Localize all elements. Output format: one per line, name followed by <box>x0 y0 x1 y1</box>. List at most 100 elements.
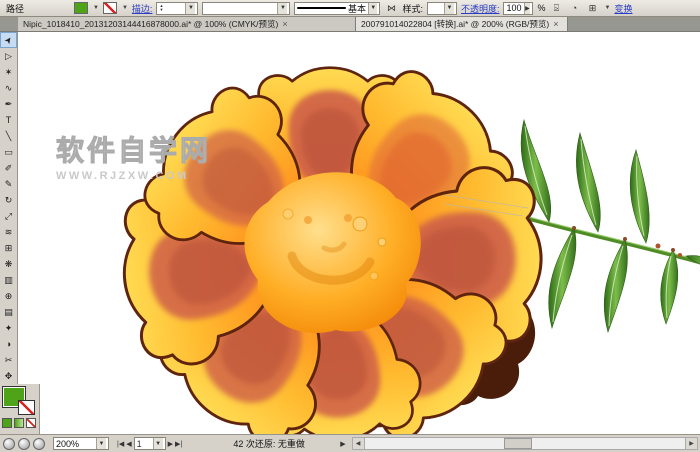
scroll-right-icon[interactable]: ▶ <box>685 438 697 449</box>
stroke-indicator-swatch[interactable] <box>18 400 35 415</box>
opacity-panel-link[interactable]: 不透明度: <box>461 2 500 15</box>
artboard-navigation: |◀ ◀ 1 ▼ ▶ ▶| <box>117 437 182 450</box>
lasso-tool-icon: ∿ <box>5 83 13 94</box>
stroke-preview-icon <box>297 7 346 9</box>
gradient-mode-button[interactable] <box>14 418 24 428</box>
zoom-level-combo[interactable]: 200% ▼ <box>53 437 109 450</box>
stroke-dropdown-icon[interactable]: ▼ <box>122 5 128 11</box>
transform-panel-link[interactable]: 变换 <box>614 2 632 15</box>
artboard-combo[interactable]: 1 ▼ <box>134 437 166 450</box>
type-tool[interactable]: T <box>0 112 17 128</box>
slice-tool[interactable]: ✂ <box>0 352 17 368</box>
graph-tool[interactable]: ▥ <box>0 272 17 288</box>
hand-tool-icon: ✥ <box>5 371 13 382</box>
free-transform-tool[interactable]: ⊞ <box>0 240 17 256</box>
previous-artboard-icon[interactable]: ◀ <box>126 440 131 448</box>
recolor-artwork-icon[interactable]: ◔ <box>567 2 581 15</box>
close-icon[interactable]: × <box>553 19 558 29</box>
chevron-down-icon[interactable]: ▼ <box>185 3 195 14</box>
selection-tool[interactable]: ➤ <box>0 32 17 48</box>
status-flyout-icon[interactable]: ▶ <box>340 440 345 448</box>
document-canvas[interactable]: 软件自学网 WWW.RJZXW.COM <box>18 32 700 434</box>
brush-definition-label: 基本 <box>348 2 366 15</box>
none-mode-button[interactable] <box>26 418 36 428</box>
chevron-down-icon[interactable]: ▼ <box>604 5 610 11</box>
zoom-level-value: 200% <box>56 439 79 449</box>
rotate-tool-icon: ↻ <box>5 195 13 206</box>
line-segment-tool[interactable]: ╲ <box>0 128 17 144</box>
selection-tool-icon: ➤ <box>2 34 15 46</box>
horizontal-scrollbar[interactable]: ◀ ▶ <box>352 437 698 450</box>
chevron-down-icon[interactable]: ▼ <box>277 3 287 14</box>
opacity-combo[interactable]: 100 ▶ <box>503 2 533 15</box>
gradient-tool[interactable]: ▤ <box>0 304 17 320</box>
warp-tool-icon: ≋ <box>5 227 13 238</box>
stroke-profile-combo[interactable]: 基本 ▼ <box>294 2 380 15</box>
align-panel-icon[interactable]: ⊞ <box>585 2 599 15</box>
rectangle-tool[interactable]: ▭ <box>0 144 17 160</box>
next-artboard-icon[interactable]: ▶ <box>168 440 173 448</box>
slice-tool-icon: ✂ <box>5 355 13 366</box>
line-segment-tool-icon: ╲ <box>6 131 11 142</box>
rotate-tool[interactable]: ↻ <box>0 192 17 208</box>
document-tab-1[interactable]: Nipic_1018410_20131203144416878000.ai* @… <box>18 17 356 31</box>
stroke-panel-link[interactable]: 描边: <box>132 2 153 15</box>
rectangle-tool-icon: ▭ <box>4 147 13 158</box>
scale-tool-icon: ⤢ <box>5 211 12 222</box>
close-icon[interactable]: × <box>282 19 287 29</box>
first-artboard-icon[interactable]: |◀ <box>117 440 124 448</box>
fill-dropdown-icon[interactable]: ▼ <box>93 5 99 11</box>
full-screen-mode-button[interactable] <box>33 438 45 450</box>
flower-artwork[interactable] <box>18 32 700 434</box>
isolate-selection-icon[interactable]: ⍄ <box>549 2 563 15</box>
pencil-tool-icon: ✎ <box>5 179 13 190</box>
tools-panel: ➤ ▷ ✶ ∿ ✒ T ╲ ▭ ✐ ✎ ↻ ⤢ ≋ ⊞ ❋▥⊕▤✦ ◑ ✂ ✥ <box>0 32 18 434</box>
paintbrush-tool[interactable]: ✐ <box>0 160 17 176</box>
illustrator-window: 路径 ▼ ▼ 描边: ▲▼ ▼ ▼ 基本 ▼ ⋈ 样式: ▼ 不透明度: 100… <box>0 0 700 452</box>
stroke-weight-combo[interactable]: ▲▼ ▼ <box>156 2 198 15</box>
direct-selection-tool[interactable]: ▷ <box>0 48 17 64</box>
scale-tool[interactable]: ⤢ <box>0 208 17 224</box>
spinner-icon[interactable]: ▲▼ <box>159 4 163 12</box>
type-tool-icon: T <box>6 115 12 125</box>
lasso-tool[interactable]: ∿ <box>0 80 17 96</box>
chevron-right-icon[interactable]: ▶ <box>524 3 531 14</box>
style-label: 样式: <box>402 2 423 15</box>
scrollbar-thumb[interactable] <box>504 438 532 449</box>
paintbrush-tool-icon: ✐ <box>5 163 13 174</box>
chevron-down-icon[interactable]: ▼ <box>368 3 377 14</box>
magic-wand-tool-icon: ✶ <box>5 67 13 78</box>
chevron-down-icon[interactable]: ▼ <box>444 3 454 14</box>
warp-tool[interactable]: ≋ <box>0 224 17 240</box>
status-bar: 200% ▼ |◀ ◀ 1 ▼ ▶ ▶| 42 次还原: 无重做 ▶ ◀ ▶ <box>0 434 700 452</box>
style-combo[interactable]: ▼ <box>427 2 457 15</box>
magic-wand-tool[interactable]: ✶ <box>0 64 17 80</box>
mesh-tool[interactable]: ⊕ <box>0 288 17 304</box>
brush-definition-combo[interactable]: ▼ <box>202 2 290 15</box>
chevron-down-icon[interactable]: ▼ <box>153 438 163 449</box>
scroll-left-icon[interactable]: ◀ <box>353 438 365 449</box>
document-tab-2[interactable]: 200791014022804 [转换].ai* @ 200% (RGB/预览)… <box>356 17 568 31</box>
control-bar: 路径 ▼ ▼ 描边: ▲▼ ▼ ▼ 基本 ▼ ⋈ 样式: ▼ 不透明度: 100… <box>0 0 700 17</box>
last-artboard-icon[interactable]: ▶| <box>175 440 182 448</box>
pen-tool[interactable]: ✒ <box>0 96 17 112</box>
direct-selection-tool-icon: ▷ <box>5 51 12 62</box>
symbol-sprayer-tool[interactable]: ❋ <box>0 256 17 272</box>
blend-tool-icon: ◑ <box>6 339 11 349</box>
pencil-tool[interactable]: ✎ <box>0 176 17 192</box>
blend-tool[interactable]: ◑ <box>0 336 17 352</box>
stroke-color-swatch[interactable] <box>103 2 117 14</box>
free-transform-tool-icon: ⊞ <box>5 243 13 254</box>
brush-options-icon[interactable]: ⋈ <box>384 2 398 15</box>
pen-tool-icon: ✒ <box>5 99 13 110</box>
chevron-down-icon[interactable]: ▼ <box>96 438 106 449</box>
color-mode-button[interactable] <box>2 418 12 428</box>
hand-tool[interactable]: ✥ <box>0 368 17 384</box>
document-tab-label: Nipic_1018410_20131203144416878000.ai* @… <box>23 18 278 30</box>
full-screen-menu-mode-button[interactable] <box>18 438 30 450</box>
standard-screen-mode-button[interactable] <box>3 438 15 450</box>
selected-object-label: 路径 <box>6 2 24 15</box>
undo-status-text: 42 次还原: 无重做 <box>204 437 334 450</box>
eyedropper-tool[interactable]: ✦ <box>0 320 17 336</box>
fill-color-swatch[interactable] <box>74 2 88 14</box>
